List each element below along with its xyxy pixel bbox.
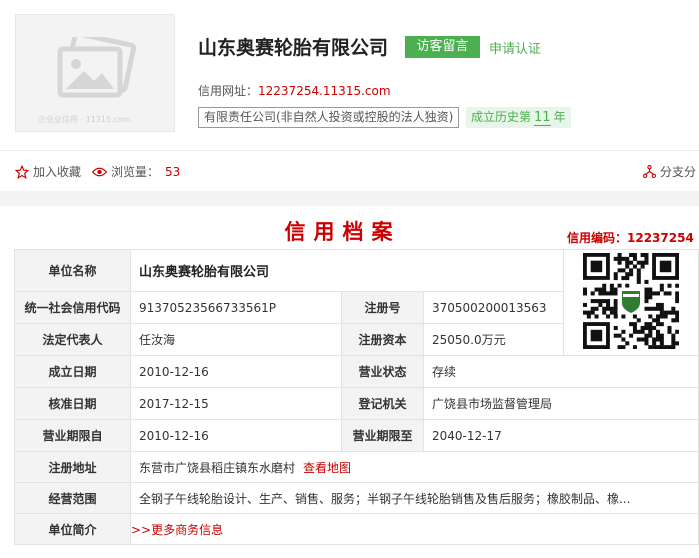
address-value: 东营市广饶县稻庄镇东水磨村 查看地图 [130, 451, 699, 483]
status-value: 存续 [423, 355, 699, 388]
table-row: 经营范围 全钢子午线轮胎设计、生产、销售、服务；半钢子午线轮胎销售及售后服务；橡… [14, 482, 699, 514]
company-header: 企业业信用 · 11315.com 山东奥赛轮胎有限公司 访客留言 申请认证 信… [0, 0, 699, 150]
credit-url-link[interactable]: 12237254.11315.com [258, 84, 391, 98]
table-row: 单位简介 >>更多商务信息 [14, 513, 699, 545]
branch-share-label: 分支分 [660, 165, 697, 179]
social-credit-code-value: 91370523566733561P [130, 291, 342, 324]
credit-archive-card: 信用档案 信用编码：12237254 单位名称 山东奥赛轮胎有限公司 统一社会信… [0, 206, 699, 558]
history-years: 11 [534, 110, 551, 126]
visitor-message-button[interactable]: 访客留言 [405, 36, 480, 58]
est-date-value: 2010-12-16 [130, 355, 342, 388]
view-map-link[interactable]: 查看地图 [303, 461, 351, 475]
action-toolbar: 加入收藏 浏览量： 53 分支分 [0, 150, 699, 191]
est-date-label: 成立日期 [14, 355, 131, 388]
legal-rep-value: 任汝海 [130, 323, 342, 356]
apply-certification-link[interactable]: 申请认证 [489, 38, 541, 57]
more-business-info-link[interactable]: >>更多商务信息 [130, 513, 699, 545]
scope-value: 全钢子午线轮胎设计、生产、销售、服务；半钢子午线轮胎销售及售后服务；橡胶制品、橡… [130, 482, 699, 514]
status-label: 营业状态 [341, 355, 424, 388]
intro-label: 单位简介 [14, 513, 131, 545]
table-row: 单位名称 山东奥赛轮胎有限公司 [14, 249, 699, 356]
eye-icon [92, 167, 107, 176]
term-from-value: 2010-12-16 [130, 419, 342, 452]
company-type-tag: 有限责任公司(非自然人投资或控股的法人独资) [198, 107, 460, 128]
qr-code-cell [563, 249, 699, 356]
social-credit-code-label: 统一社会信用代码 [14, 291, 131, 324]
table-row: 核准日期 2017-12-15 登记机关 广饶县市场监督管理局 [14, 387, 699, 420]
address-text: 东营市广饶县稻庄镇东水磨村 [139, 460, 296, 475]
table-row: 注册地址 东营市广饶县稻庄镇东水磨村 查看地图 [14, 451, 699, 483]
logo-watermark: 企业业信用 · 11315.com [38, 115, 131, 124]
add-favorite-button[interactable]: 加入收藏 [15, 163, 81, 180]
views-count: 53 [165, 164, 181, 179]
image-placeholder-icon [57, 37, 136, 98]
term-to-label: 营业期限至 [341, 419, 424, 452]
qr-code-icon [583, 253, 680, 350]
term-from-label: 营业期限自 [14, 419, 131, 452]
unit-name-label: 单位名称 [14, 249, 131, 292]
company-logo-placeholder: 企业业信用 · 11315.com [15, 14, 175, 132]
authority-label: 登记机关 [341, 387, 424, 420]
branch-share-link[interactable]: 分支分 [643, 163, 696, 180]
legal-rep-label: 法定代表人 [14, 323, 131, 356]
authority-value: 广饶县市场监督管理局 [423, 387, 699, 420]
add-favorite-label: 加入收藏 [33, 165, 82, 179]
views-counter: 浏览量： 53 [92, 163, 180, 180]
history-suffix: 年 [553, 110, 566, 124]
credit-url-row: 信用网址：12237254.11315.com [198, 82, 391, 99]
term-to-value: 2040-12-17 [423, 419, 699, 452]
scope-label: 经营范围 [14, 482, 131, 514]
history-badge: 成立历史第 11 年 [466, 107, 571, 128]
credit-code: 信用编码：12237254 [567, 231, 694, 245]
company-name: 山东奥赛轮胎有限公司 [198, 37, 389, 59]
branch-icon [643, 165, 656, 178]
table-row: 营业期限自 2010-12-16 营业期限至 2040-12-17 [14, 419, 699, 452]
approval-date-label: 核准日期 [14, 387, 131, 420]
history-prefix: 成立历史第 [471, 110, 532, 124]
views-label: 浏览量： [111, 165, 160, 179]
reg-capital-value: 25050.0万元 [423, 323, 564, 356]
company-info-table: 单位名称 山东奥赛轮胎有限公司 统一社会信用代码 913705235667335… [14, 249, 699, 545]
star-icon [15, 164, 29, 179]
reg-capital-label: 注册资本 [341, 323, 424, 356]
reg-no-label: 注册号 [341, 291, 424, 324]
unit-name-value: 山东奥赛轮胎有限公司 [130, 249, 564, 292]
approval-date-value: 2017-12-15 [130, 387, 342, 420]
reg-no-value: 370500200013563 [423, 291, 564, 324]
credit-url-label: 信用网址： [198, 84, 259, 98]
table-row: 成立日期 2010-12-16 营业状态 存续 [14, 355, 699, 388]
address-label: 注册地址 [14, 451, 131, 483]
